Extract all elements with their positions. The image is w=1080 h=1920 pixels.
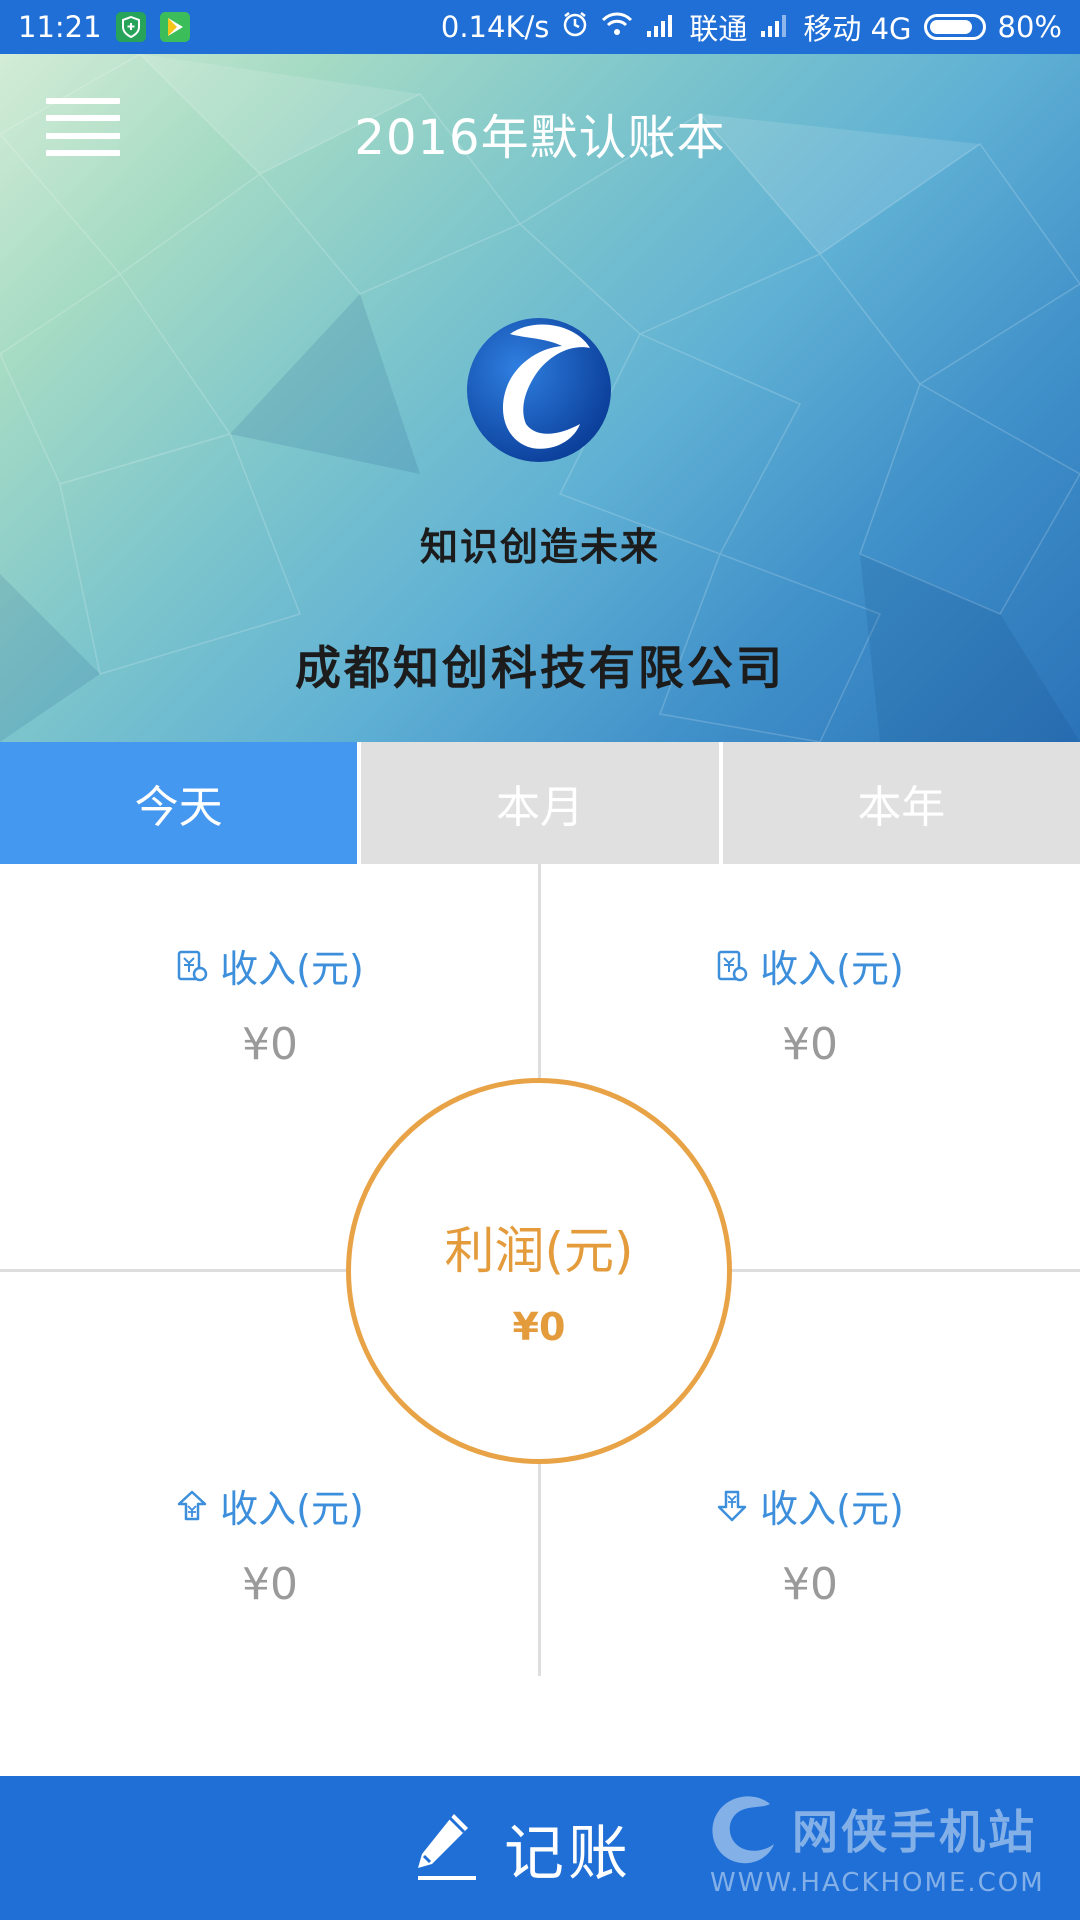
slogan-text: 知识创造未来	[419, 525, 660, 569]
network-speed: 0.14K/s	[440, 10, 550, 44]
stat-value: ¥0	[782, 1559, 838, 1610]
period-tabs: 今天 本月 本年	[0, 742, 1080, 864]
upload-money-icon	[176, 1489, 208, 1523]
watermark-name: 网侠手机站	[792, 1805, 1037, 1859]
stat-bottom-right[interactable]: 收入(元) ¥0	[540, 1478, 1080, 1610]
status-bar: 11:21 0.14K/s 联通 移动 4G 80%	[0, 0, 1080, 54]
profit-circle[interactable]: 利润(元) ¥0	[346, 1078, 732, 1464]
signal-icon	[645, 10, 677, 44]
header-banner: 2016年默认账本 知识创造未来 成都知创科技有限公司	[0, 54, 1080, 742]
shield-icon	[115, 12, 146, 42]
tab-today[interactable]: 今天	[0, 742, 358, 864]
page-title: 2016年默认账本	[354, 110, 726, 166]
signal-icon-2	[759, 10, 791, 44]
tab-this-year[interactable]: 本年	[718, 742, 1080, 864]
stat-bottom-left[interactable]: 收入(元) ¥0	[0, 1478, 540, 1610]
record-label: 记账	[504, 1818, 632, 1889]
app-screen: 11:21 0.14K/s 联通 移动 4G 80% 2016年默认账本 知识创…	[0, 0, 1080, 1920]
stat-value: ¥0	[782, 1019, 838, 1070]
stat-value: ¥0	[242, 1559, 298, 1610]
download-money-icon	[716, 1489, 748, 1523]
stat-value: ¥0	[242, 1019, 298, 1070]
wifi-icon	[601, 10, 633, 44]
stat-label: 收入(元)	[760, 947, 904, 991]
alarm-icon	[561, 10, 589, 45]
record-button[interactable]: 记账	[410, 1806, 632, 1890]
battery-level: 80%	[997, 10, 1062, 44]
status-time: 11:21	[18, 10, 102, 44]
profit-value: ¥0	[512, 1305, 566, 1349]
company-name: 成都知创科技有限公司	[295, 641, 785, 695]
stat-top-left[interactable]: 收入(元) ¥0	[0, 938, 540, 1070]
watermark: 网侠手机站 WWW.HACKHOME.COM	[700, 1786, 1070, 1916]
battery-icon	[923, 14, 986, 40]
watermark-logo-icon	[712, 1796, 774, 1864]
stat-top-right[interactable]: 收入(元) ¥0	[540, 938, 1080, 1070]
horizontal-divider-left	[0, 1269, 350, 1272]
bill-icon	[176, 949, 208, 983]
stat-label: 收入(元)	[220, 947, 364, 991]
horizontal-divider-right	[730, 1269, 1080, 1272]
carrier-2: 移动 4G	[803, 12, 912, 46]
watermark-url: WWW.HACKHOME.COM	[710, 1868, 1045, 1898]
play-store-icon	[159, 12, 190, 42]
stats-panel: 收入(元) ¥0 收入(元) ¥0 利润(元) ¥0 收入(元) ¥0 收入(元…	[0, 864, 1080, 1774]
company-logo	[467, 318, 611, 462]
stat-label: 收入(元)	[220, 1487, 364, 1531]
profit-label: 利润(元)	[444, 1222, 634, 1280]
bottom-bar: 记账 网侠手机站 WWW.HACKHOME.COM	[0, 1776, 1080, 1920]
tab-this-month[interactable]: 本月	[357, 742, 719, 864]
stat-label: 收入(元)	[760, 1487, 904, 1531]
pencil-icon	[410, 1808, 482, 1888]
bill-icon	[716, 949, 748, 983]
carrier-1: 联通	[689, 12, 748, 46]
